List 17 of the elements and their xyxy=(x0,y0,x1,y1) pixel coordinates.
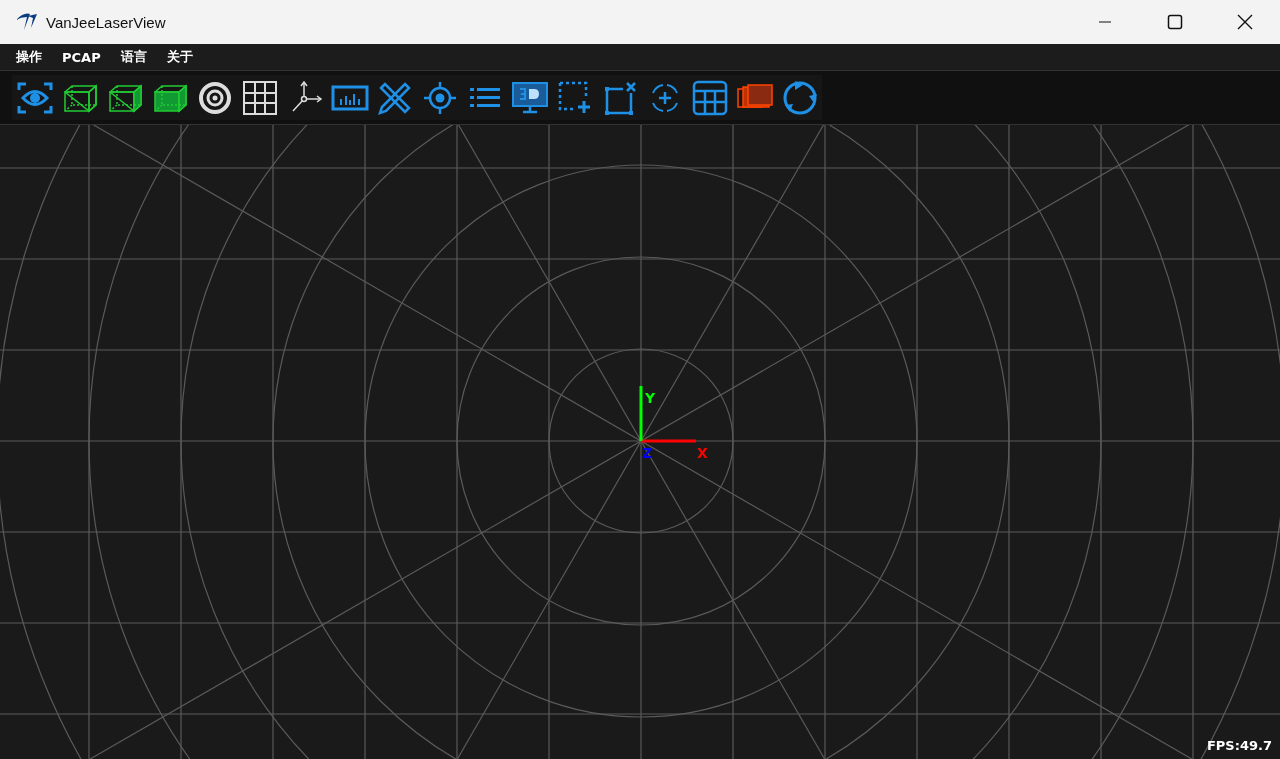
axis-label: X xyxy=(697,445,708,461)
grid-icon xyxy=(240,78,279,117)
close-icon xyxy=(1237,14,1253,30)
maximize-icon xyxy=(1167,14,1183,30)
menu-item[interactable]: 操作 xyxy=(8,46,50,68)
menu-item[interactable]: 语言 xyxy=(112,46,155,68)
fps-counter: FPS:49.7 xyxy=(1206,738,1272,753)
toolbar-button[interactable] xyxy=(777,75,822,120)
axis-label: Z xyxy=(642,445,653,461)
menu-item[interactable]: PCAP xyxy=(54,47,109,67)
toolbar-button[interactable] xyxy=(327,75,372,120)
axis-label: Y xyxy=(645,390,656,406)
toolbar-button[interactable] xyxy=(12,75,57,120)
menu-item[interactable]: 关于 xyxy=(158,46,201,68)
toolbar-button[interactable] xyxy=(372,75,417,120)
window-title: VanJeeLaserView xyxy=(46,13,167,31)
table-icon xyxy=(690,78,729,117)
